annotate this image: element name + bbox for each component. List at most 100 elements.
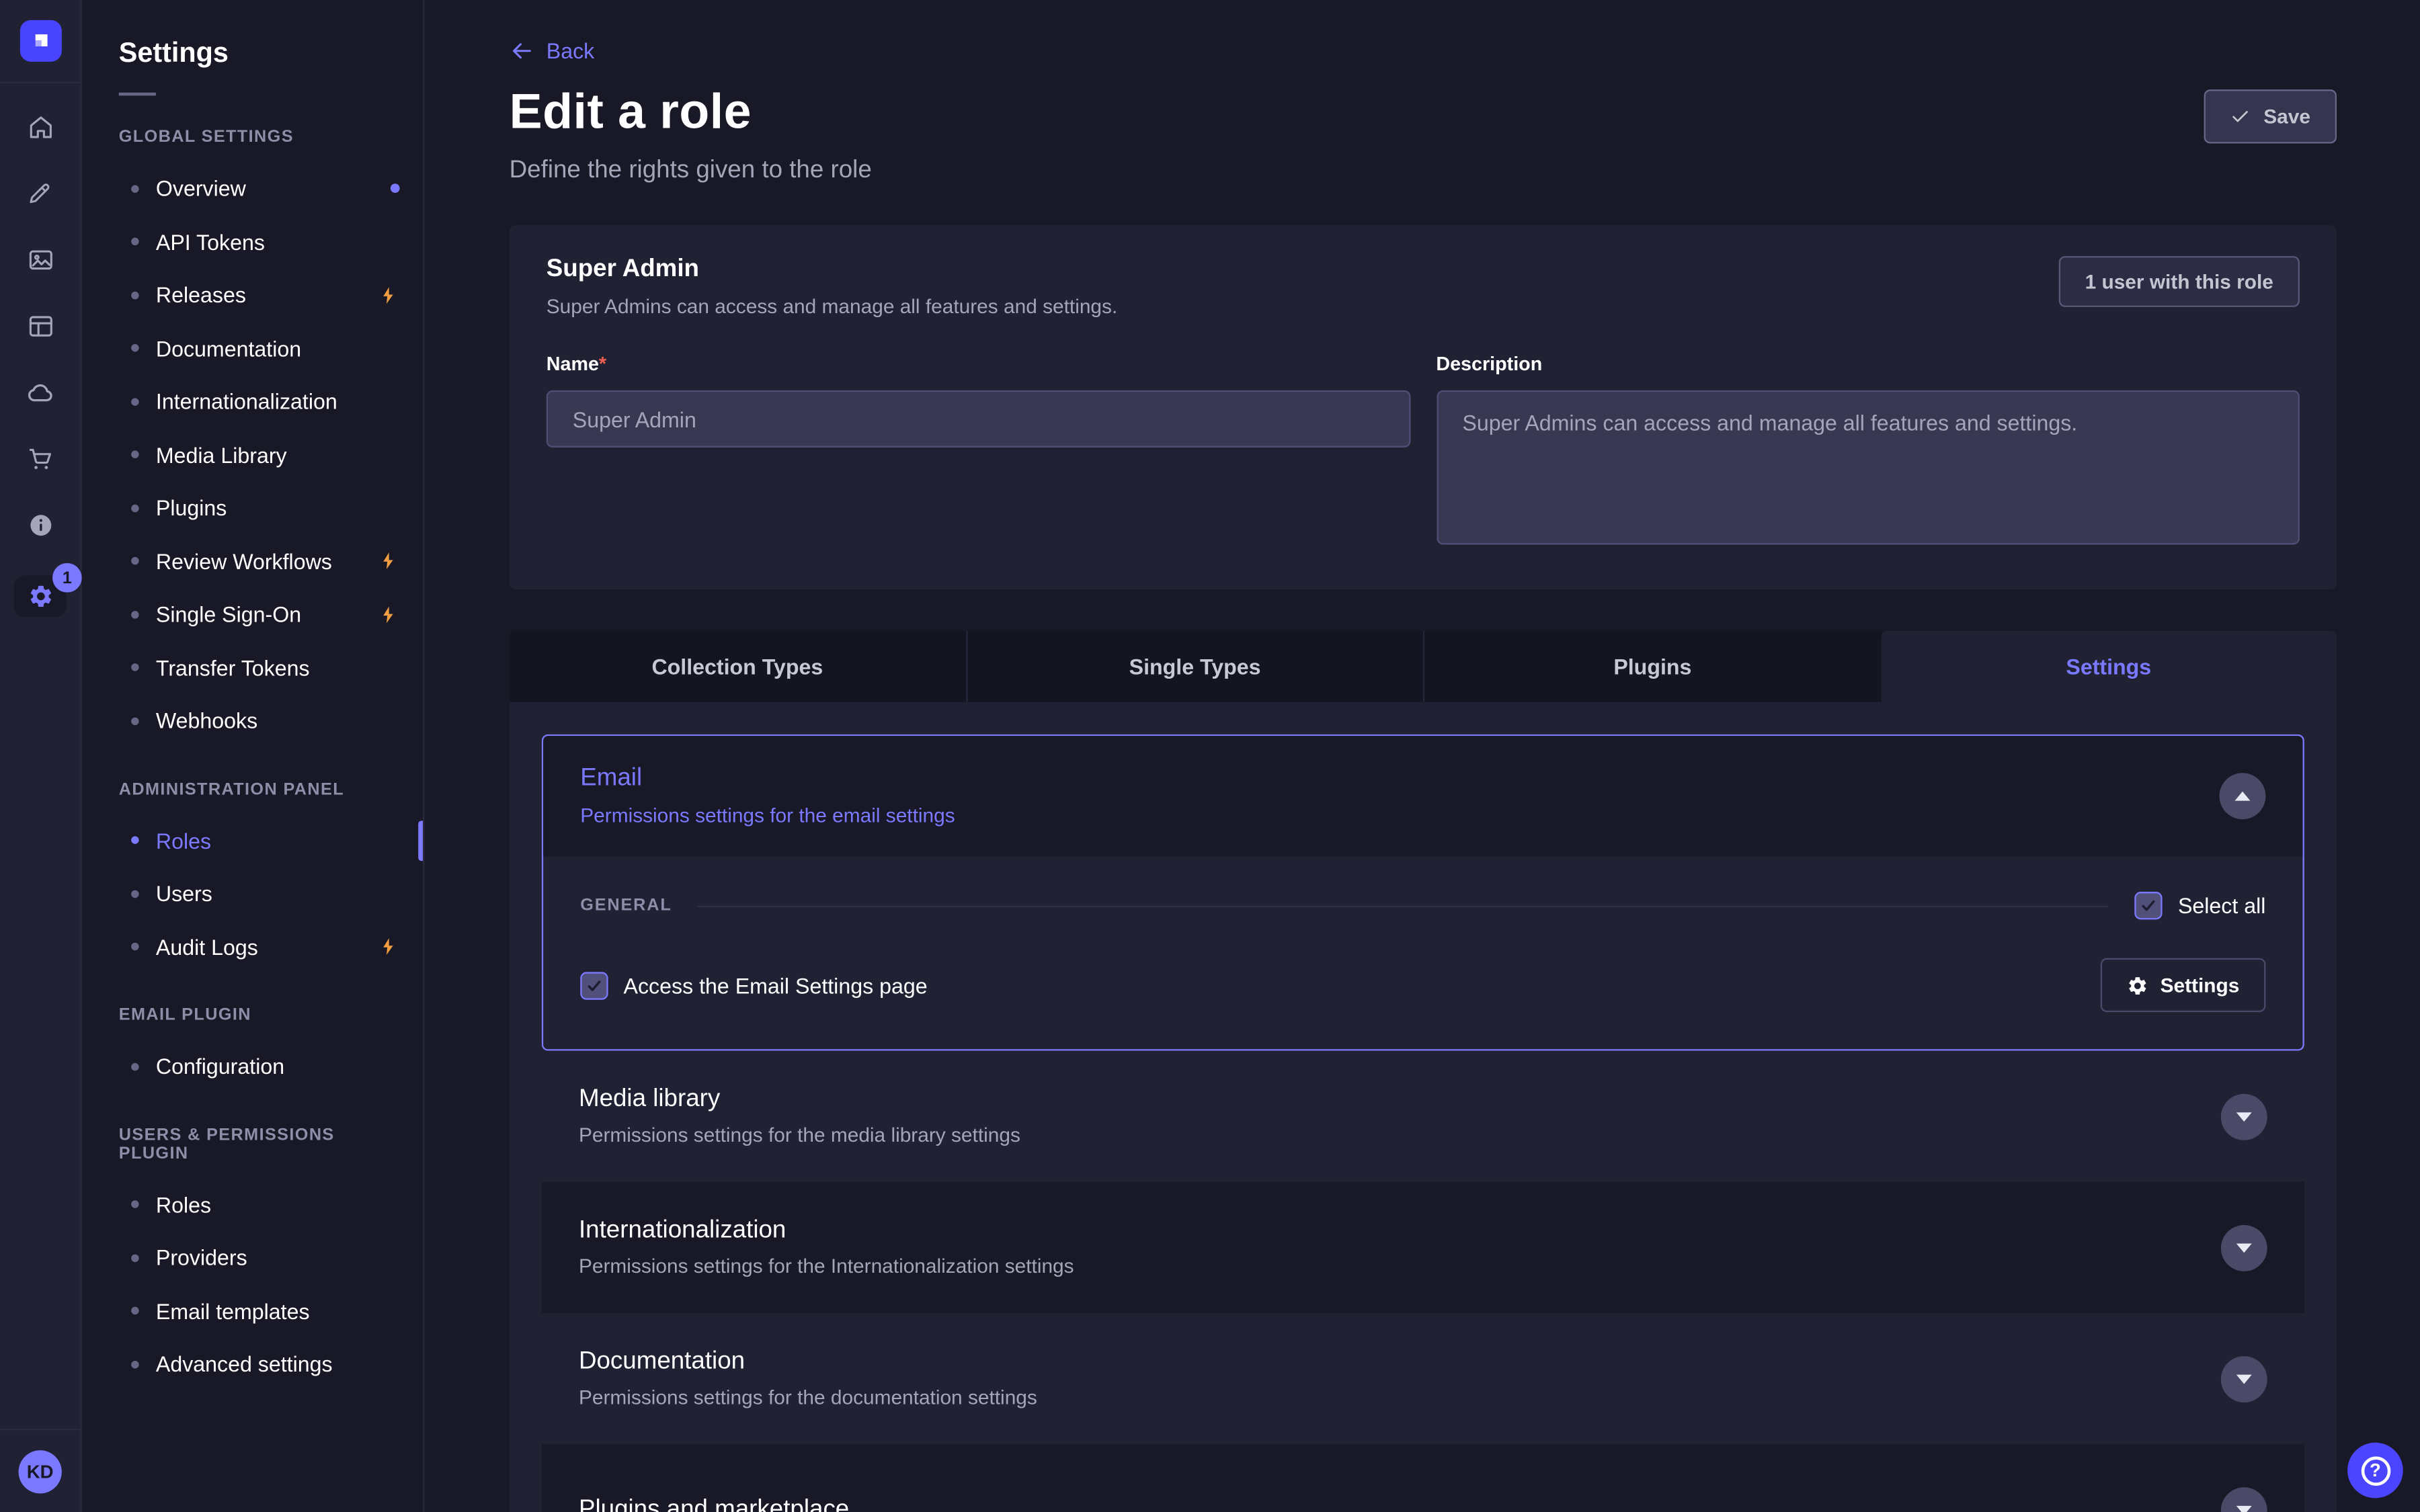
collapse-toggle-button[interactable] (2220, 773, 2266, 819)
accordion-plugins-and-marketplace[interactable]: Plugins and marketplace (542, 1444, 2304, 1512)
section-global-settings: GLOBAL SETTINGS Overview API Tokens Rele… (82, 128, 423, 748)
email-settings-button[interactable]: Settings (2100, 958, 2265, 1012)
description-field-label: Description (1436, 353, 1542, 375)
accordion-documentation[interactable]: Documentation Permissions settings for t… (542, 1313, 2304, 1444)
bullet-icon (131, 943, 138, 950)
sidebar-item-users[interactable]: Users (82, 867, 423, 920)
sidebar-item-documentation[interactable]: Documentation (82, 322, 423, 375)
users-with-role-button[interactable]: 1 user with this role (2059, 256, 2300, 307)
subnav-title: Settings (119, 37, 386, 69)
sidebar-item-roles-admin[interactable]: Roles (82, 814, 423, 867)
section-label: GLOBAL SETTINGS (119, 128, 386, 147)
expand-toggle-button[interactable] (2221, 1093, 2267, 1140)
tab-plugins[interactable]: Plugins (1423, 631, 1881, 702)
sidebar-item-transfer-tokens[interactable]: Transfer Tokens (82, 641, 423, 694)
bullet-icon (131, 837, 138, 844)
description-textarea[interactable]: Super Admins can access and manage all f… (1436, 390, 2300, 545)
bullet-icon (131, 238, 138, 245)
accordion-title: Internationalization (579, 1217, 1074, 1245)
settings-gear-icon[interactable]: 1 (14, 575, 67, 617)
accordion-title: Media library (579, 1086, 1020, 1114)
sidebar-item-configuration[interactable]: Configuration (82, 1040, 423, 1093)
bullet-icon (131, 1062, 138, 1070)
required-mark: * (599, 353, 606, 375)
sidebar-item-plugins[interactable]: Plugins (82, 481, 423, 534)
information-icon[interactable] (22, 506, 58, 543)
save-button[interactable]: Save (2204, 89, 2337, 143)
content-manager-icon[interactable] (22, 174, 58, 211)
permission-checkbox[interactable] (580, 971, 608, 999)
gear-icon (2126, 974, 2148, 996)
page-title: Edit a role (510, 83, 752, 140)
check-icon (2230, 106, 2250, 126)
chevron-down-icon (2236, 1111, 2252, 1121)
sidebar-item-review-workflows[interactable]: Review Workflows (82, 535, 423, 588)
accordion-email-header[interactable]: Email Permissions settings for the email… (543, 736, 2302, 856)
cloud-deploy-icon[interactable] (22, 374, 58, 411)
section-administration-panel: ADMINISTRATION PANEL Roles Users Audit L… (82, 780, 423, 974)
chevron-down-icon (2236, 1505, 2252, 1512)
name-input[interactable] (547, 390, 1410, 448)
lightning-icon (378, 937, 399, 957)
tab-collection-types[interactable]: Collection Types (510, 631, 965, 702)
role-description-text: Super Admins can access and manage all f… (547, 295, 1117, 318)
media-library-icon[interactable] (22, 241, 58, 278)
bullet-icon (131, 557, 138, 564)
strapi-logo-icon[interactable] (19, 20, 61, 62)
lightning-icon (378, 285, 399, 305)
name-field-label: Name* (547, 353, 606, 375)
accordion-subtitle: Permissions settings for the email setti… (580, 804, 955, 827)
question-mark-icon: ? (2361, 1456, 2390, 1485)
sidebar-item-releases[interactable]: Releases (82, 268, 423, 321)
sidebar-item-overview[interactable]: Overview (82, 162, 423, 215)
help-button[interactable]: ? (2347, 1443, 2403, 1499)
sidebar-item-advanced-settings[interactable]: Advanced settings (82, 1338, 423, 1391)
chevron-down-icon (2236, 1374, 2252, 1384)
section-divider (698, 905, 2109, 907)
sidebar-item-providers[interactable]: Providers (82, 1231, 423, 1284)
marketplace-cart-icon[interactable] (22, 439, 58, 476)
content-type-builder-icon[interactable] (22, 307, 58, 344)
lightning-icon (378, 551, 399, 571)
page-subtitle: Define the rights given to the role (510, 157, 2337, 185)
sidebar-item-media-library[interactable]: Media Library (82, 428, 423, 481)
role-name-title: Super Admin (547, 256, 1117, 284)
bullet-icon (131, 717, 138, 724)
tab-settings[interactable]: Settings (1881, 631, 2337, 702)
sidebar-item-single-sign-on[interactable]: Single Sign-On (82, 588, 423, 641)
expand-toggle-button[interactable] (2221, 1486, 2267, 1512)
accordion-media-library[interactable]: Media library Permissions settings for t… (542, 1051, 2304, 1182)
rail-bottom: KD (0, 1429, 80, 1512)
sidebar-item-roles-up[interactable]: Roles (82, 1178, 423, 1231)
bullet-icon (131, 890, 138, 897)
rail-icons: 1 (14, 108, 67, 618)
bullet-icon (131, 664, 138, 671)
lightning-icon (378, 604, 399, 624)
select-all-checkbox[interactable] (2135, 892, 2163, 919)
section-email-plugin: EMAIL PLUGIN Configuration (82, 1006, 423, 1093)
permissions-tabs-wrap: Collection Types Single Types Plugins Se… (510, 631, 2337, 1512)
section-label: ADMINISTRATION PANEL (119, 780, 386, 799)
active-indicator (418, 820, 423, 861)
back-link[interactable]: Back (510, 38, 2337, 63)
sidebar-item-email-templates[interactable]: Email templates (82, 1284, 423, 1337)
bullet-icon (131, 291, 138, 298)
tab-single-types[interactable]: Single Types (965, 631, 1423, 702)
user-avatar[interactable]: KD (19, 1450, 62, 1493)
sidebar-item-api-tokens[interactable]: API Tokens (82, 215, 423, 268)
accordion-title: Documentation (579, 1349, 1037, 1376)
bullet-icon (131, 398, 138, 405)
expand-toggle-button[interactable] (2221, 1355, 2267, 1402)
sidebar-item-webhooks[interactable]: Webhooks (82, 694, 423, 747)
expand-toggle-button[interactable] (2221, 1224, 2267, 1271)
sidebar-item-audit-logs[interactable]: Audit Logs (82, 921, 423, 974)
sidebar-item-internationalization[interactable]: Internationalization (82, 375, 423, 428)
accordion-email-body: GENERAL Select all Access the Email Sett… (543, 856, 2302, 1049)
accordion-subtitle: Permissions settings for the media libra… (579, 1123, 1020, 1146)
general-section-label: GENERAL (580, 896, 672, 915)
check-icon (2140, 896, 2159, 915)
section-label: USERS & PERMISSIONS PLUGIN (119, 1126, 386, 1163)
home-icon[interactable] (22, 108, 58, 145)
accordion-internationalization[interactable]: Internationalization Permissions setting… (542, 1182, 2304, 1313)
tab-list: Collection Types Single Types Plugins Se… (510, 631, 2337, 702)
